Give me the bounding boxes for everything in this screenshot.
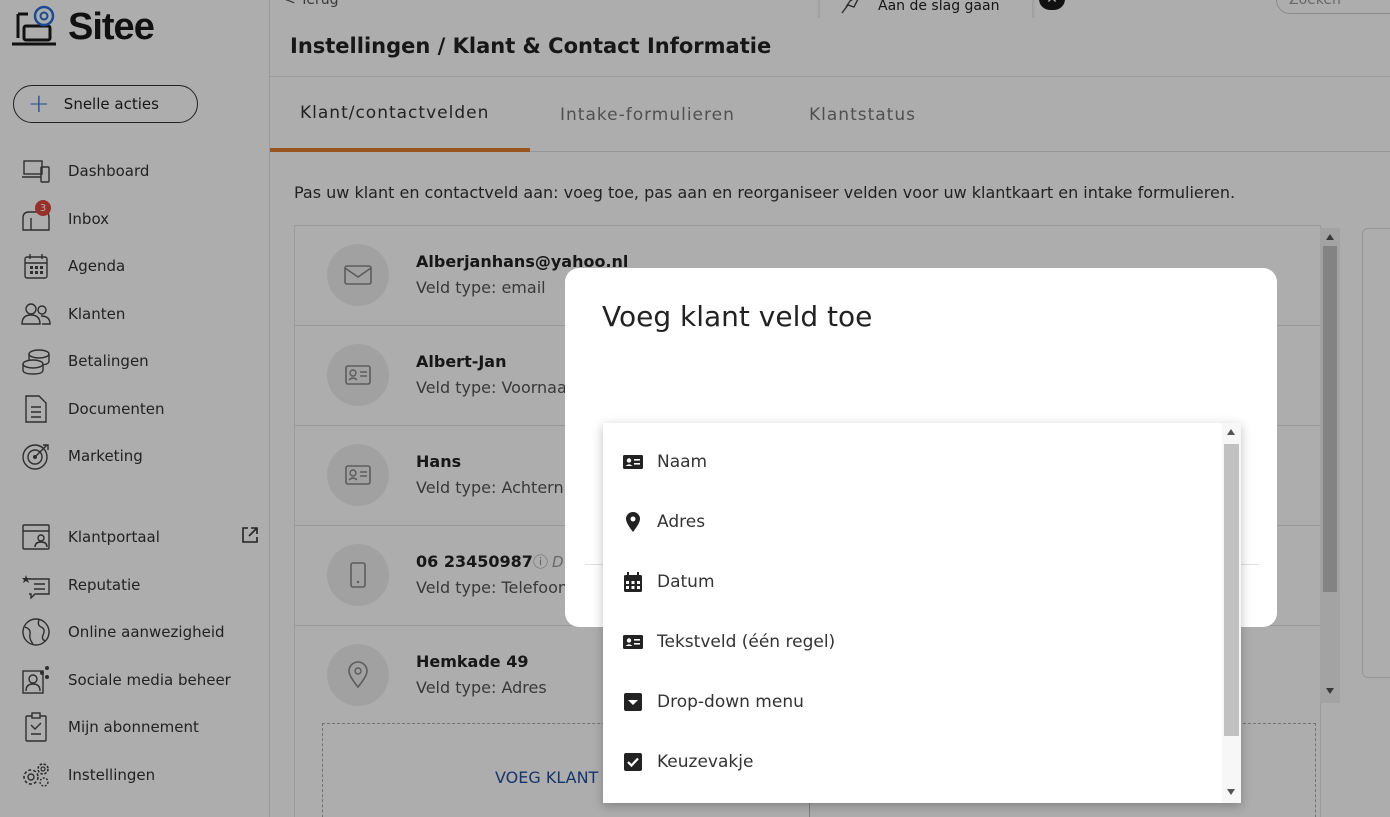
option-label: Adres — [657, 512, 706, 532]
scrollbar-thumb[interactable] — [1224, 444, 1239, 736]
dropdown-icon — [623, 692, 643, 712]
field-type-dropdown[interactable]: Naam Adres Datum Tekstveld (één regel) D… — [603, 423, 1241, 803]
option-keuzevakje[interactable]: Keuzevakje — [603, 732, 1221, 792]
calendar-icon — [623, 572, 643, 592]
option-label: Tekstveld (één regel) — [657, 632, 836, 652]
id-card-icon — [623, 452, 643, 472]
option-label: Naam — [657, 452, 708, 472]
dropdown-scrollbar[interactable] — [1222, 423, 1241, 803]
scroll-up-icon[interactable] — [1227, 429, 1235, 435]
option-tekstveld[interactable]: Tekstveld (één regel) — [603, 612, 1221, 672]
option-naam[interactable]: Naam — [603, 432, 1221, 492]
scroll-down-icon[interactable] — [1227, 789, 1235, 795]
option-label: Drop-down menu — [657, 692, 804, 712]
location-pin-icon — [623, 512, 643, 532]
option-drop-down-menu[interactable]: Drop-down menu — [603, 672, 1221, 732]
option-adres[interactable]: Adres — [603, 492, 1221, 552]
modal-title: Voeg klant veld toe — [602, 300, 873, 333]
option-label: Datum — [657, 572, 715, 592]
checkbox-icon — [623, 752, 643, 772]
option-label: Keuzevakje — [657, 752, 754, 772]
option-datum[interactable]: Datum — [603, 552, 1221, 612]
id-card-icon — [623, 632, 643, 652]
